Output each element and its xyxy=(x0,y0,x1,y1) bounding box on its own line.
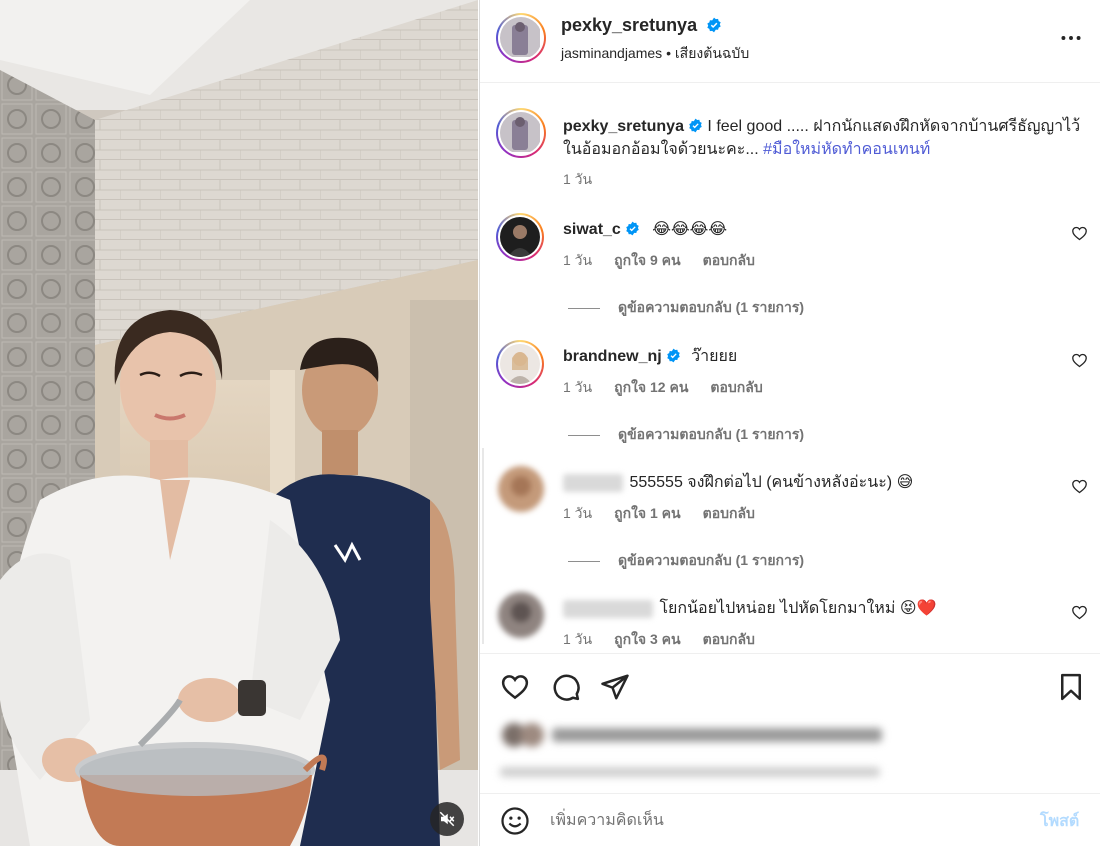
audio-label[interactable]: เสียงต้นฉบับ xyxy=(675,45,749,61)
comment-text-row: brandnew_nj ว๊ายยย xyxy=(563,346,737,368)
post-comment-button[interactable]: โพสต์ xyxy=(1040,809,1079,834)
comment-text-row: โยกน้อยไปหน่อย ไปหัดโยกมาใหม่ 😝❤️ xyxy=(563,598,936,620)
verified-icon xyxy=(707,17,721,33)
more-options-icon[interactable] xyxy=(1058,25,1084,51)
comment-body: โยกน้อยไปหน่อย ไปหัดโยกมาใหม่ 😝❤️ xyxy=(659,600,937,617)
share-icon[interactable] xyxy=(600,672,630,702)
comment-like-heart-icon[interactable] xyxy=(1071,225,1088,242)
emoji-icon[interactable] xyxy=(500,806,530,836)
post-detail-panel: pexky_sretunya jasminandjames • เสียงต้น… xyxy=(479,0,1100,846)
comment-icon[interactable] xyxy=(551,672,581,702)
comment-meta: 1 วัน ถูกใจ 12 คน ตอบกลับ xyxy=(563,377,763,399)
post-video[interactable] xyxy=(0,0,478,846)
comment-reply-button[interactable]: ตอบกลับ xyxy=(703,252,755,268)
comment-body: 555555 จงฝึกต่อไป (คนข้างหลังอ่ะนะ) 😅 xyxy=(629,474,914,491)
comment-time: 1 วัน xyxy=(563,631,593,647)
post-date-redacted xyxy=(500,767,880,777)
comment-likes[interactable]: ถูกใจ 12 คน xyxy=(614,379,688,395)
avatar-image xyxy=(498,592,544,638)
author-username-row[interactable]: pexky_sretunya xyxy=(561,15,722,36)
comment-likes[interactable]: ถูกใจ 1 คน xyxy=(614,505,681,521)
comment-input[interactable] xyxy=(550,806,1020,836)
avatar-image xyxy=(498,466,544,512)
verified-icon xyxy=(666,348,680,363)
heart-icon[interactable] xyxy=(500,672,530,702)
audio-info: jasminandjames • เสียงต้นฉบับ xyxy=(561,43,749,65)
likes-summary-redacted xyxy=(502,723,882,747)
comment-text-row: 555555 จงฝึกต่อไป (คนข้างหลังอ่ะนะ) 😅 xyxy=(563,472,913,494)
caption-author-avatar[interactable] xyxy=(496,108,546,158)
verified-icon xyxy=(626,221,639,236)
comment-like-heart-icon[interactable] xyxy=(1071,478,1088,495)
post-actions-bar xyxy=(480,653,1100,701)
comment-text-row: siwat_c 😂😂😂😂 xyxy=(563,219,727,241)
comment-body: ว๊ายยย xyxy=(691,348,738,365)
comment-time: 1 วัน xyxy=(563,252,593,268)
audio-separator: • xyxy=(666,45,671,61)
comment-like-heart-icon[interactable] xyxy=(1071,352,1088,369)
comment-username[interactable]: brandnew_nj xyxy=(563,348,662,365)
view-replies-button[interactable]: ดูข้อความตอบกลับ (1 รายการ) xyxy=(568,550,804,572)
comment-time: 1 วัน xyxy=(563,379,593,395)
comment-reply-button[interactable]: ตอบกลับ xyxy=(710,379,762,395)
author-username[interactable]: pexky_sretunya xyxy=(561,15,697,35)
author-avatar[interactable] xyxy=(496,13,546,63)
caption-username[interactable]: pexky_sretunya xyxy=(563,118,684,135)
comment-reply-button[interactable]: ตอบกลับ xyxy=(703,631,755,647)
mute-icon xyxy=(439,811,455,827)
thread-divider xyxy=(482,448,484,644)
post-header: pexky_sretunya jasminandjames • เสียงต้น… xyxy=(480,0,1100,83)
video-frame xyxy=(0,0,478,846)
comment-body: 😂😂😂😂 xyxy=(652,221,728,238)
verified-icon xyxy=(689,118,702,133)
comment-username[interactable]: siwat_c xyxy=(563,221,621,238)
view-replies-button[interactable]: ดูข้อความตอบกลับ (1 รายการ) xyxy=(568,297,804,319)
comment-meta: 1 วัน ถูกใจ 3 คน ตอบกลับ xyxy=(563,629,755,651)
avatar-image xyxy=(500,344,540,384)
commenter-avatar[interactable] xyxy=(498,592,544,638)
audio-owner[interactable]: jasminandjames xyxy=(561,45,662,61)
caption-hashtag[interactable]: #มือใหม่หัดทำคอนเทนท์ xyxy=(763,141,930,158)
view-replies-button[interactable]: ดูข้อความตอบกลับ (1 รายการ) xyxy=(568,424,804,446)
comment-like-heart-icon[interactable] xyxy=(1071,604,1088,621)
commenter-avatar[interactable] xyxy=(498,466,544,512)
comment-meta: 1 วัน ถูกใจ 9 คน ตอบกลับ xyxy=(563,250,755,272)
hidden-username[interactable] xyxy=(563,599,653,618)
avatar-image xyxy=(500,112,540,152)
avatar-image xyxy=(500,17,540,57)
hidden-username[interactable] xyxy=(563,473,623,492)
commenter-avatar[interactable] xyxy=(496,340,544,388)
comment-meta: 1 วัน ถูกใจ 1 คน ตอบกลับ xyxy=(563,503,755,525)
comment-time: 1 วัน xyxy=(563,505,593,521)
caption-time: 1 วัน xyxy=(563,171,593,187)
mute-toggle-button[interactable] xyxy=(430,802,464,836)
bookmark-icon[interactable] xyxy=(1056,672,1086,702)
avatar-image xyxy=(500,217,540,257)
comment-composer: โพสต์ xyxy=(480,793,1100,846)
commenter-avatar[interactable] xyxy=(496,213,544,261)
comment-likes[interactable]: ถูกใจ 3 คน xyxy=(614,631,681,647)
comment-likes[interactable]: ถูกใจ 9 คน xyxy=(614,252,681,268)
comment-reply-button[interactable]: ตอบกลับ xyxy=(703,505,755,521)
caption-text-block: pexky_sretunya I feel good ..... ฝากนักแ… xyxy=(563,115,1088,161)
